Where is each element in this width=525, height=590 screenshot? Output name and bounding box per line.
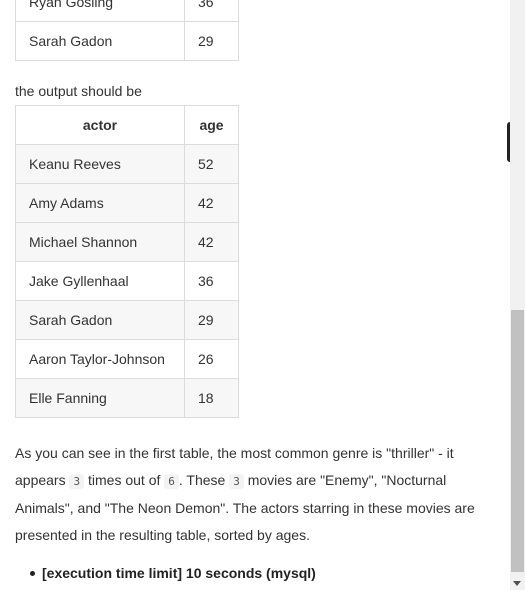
actor-cell: Aaron Taylor-Johnson xyxy=(15,339,185,379)
table-row: Jake Gyllenhaal 36 xyxy=(15,261,239,301)
actor-cell: Ryan Gosling xyxy=(15,0,185,22)
bullet-icon xyxy=(30,571,35,576)
actor-cell: Sarah Gadon xyxy=(15,300,185,340)
explanation-paragraph: As you can see in the first table, the m… xyxy=(15,440,485,549)
table-row: Ryan Gosling 36 xyxy=(15,0,239,22)
table-row: Amy Adams 42 xyxy=(15,183,239,223)
column-header-actor: actor xyxy=(15,105,185,145)
actor-cell: Keanu Reeves xyxy=(15,144,185,184)
table-row: Sarah Gadon 29 xyxy=(15,21,239,61)
actor-cell: Sarah Gadon xyxy=(15,21,185,61)
actor-cell: Elle Fanning xyxy=(15,378,185,418)
age-cell: 29 xyxy=(184,21,239,61)
explanation-text: . These xyxy=(178,472,230,488)
age-cell: 36 xyxy=(184,0,239,22)
scrollbar-thumb[interactable] xyxy=(511,310,524,572)
inline-code: 3 xyxy=(69,474,85,489)
column-header-age: age xyxy=(184,105,239,145)
table-row: Elle Fanning 18 xyxy=(15,378,239,418)
table-row: Aaron Taylor-Johnson 26 xyxy=(15,339,239,379)
age-cell: 42 xyxy=(184,222,239,262)
age-cell: 18 xyxy=(184,378,239,418)
output-label: the output should be xyxy=(15,83,142,99)
scroll-down-arrow-icon[interactable] xyxy=(513,581,521,586)
limit-text: [execution time limit] 10 seconds (mysql… xyxy=(42,565,316,581)
explanation-text: times out of xyxy=(84,472,165,488)
movies-table-tail: Ryan Gosling 36 Sarah Gadon 29 xyxy=(15,0,239,61)
list-item: [execution time limit] 10 seconds (mysql… xyxy=(15,565,316,581)
inline-code: 6 xyxy=(164,474,179,489)
vertical-scrollbar[interactable] xyxy=(510,0,525,590)
age-cell: 52 xyxy=(184,144,239,184)
limits-list: [execution time limit] 10 seconds (mysql… xyxy=(15,565,316,581)
actor-cell: Michael Shannon xyxy=(15,222,185,262)
output-table: actor age Keanu Reeves 52 Amy Adams 42 M… xyxy=(15,105,239,418)
actor-cell: Jake Gyllenhaal xyxy=(15,261,185,301)
age-cell: 26 xyxy=(184,339,239,379)
table-row: Sarah Gadon 29 xyxy=(15,300,239,340)
age-cell: 42 xyxy=(184,183,239,223)
inline-code: 3 xyxy=(229,474,244,489)
table-row: Keanu Reeves 52 xyxy=(15,144,239,184)
table-row: Michael Shannon 42 xyxy=(15,222,239,262)
actor-cell: Amy Adams xyxy=(15,183,185,223)
age-cell: 29 xyxy=(184,300,239,340)
age-cell: 36 xyxy=(184,261,239,301)
table-header-row: actor age xyxy=(15,105,239,145)
